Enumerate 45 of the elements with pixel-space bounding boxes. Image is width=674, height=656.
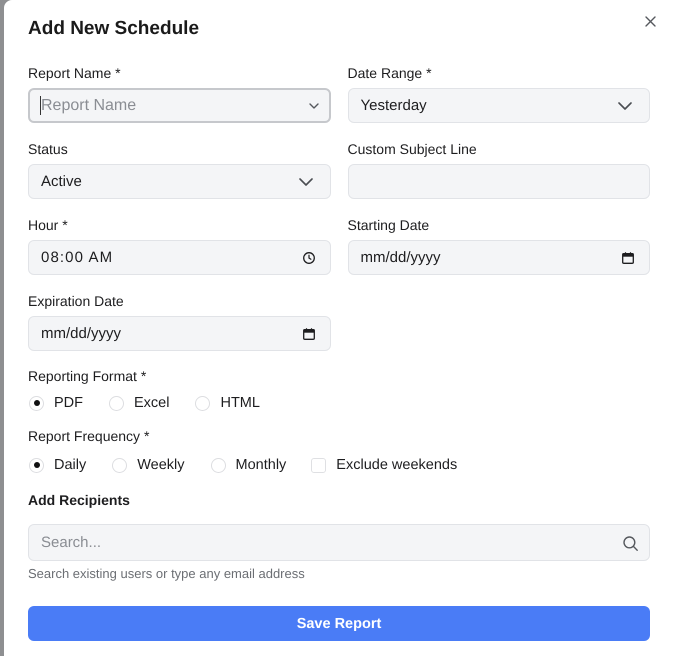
- section-title: Add Recipients: [28, 492, 130, 509]
- calendar-icon: [622, 252, 634, 264]
- close-icon: [644, 16, 656, 26]
- radio-button[interactable]: [109, 396, 124, 410]
- field-label: Report Name *: [28, 65, 121, 82]
- save-report-button[interactable]: Save Report: [28, 606, 650, 641]
- combobox-field[interactable]: Report Name: [28, 88, 330, 123]
- option-label: Monthly: [236, 456, 286, 474]
- clock-icon: [302, 252, 314, 264]
- option-label: HTML: [220, 394, 260, 412]
- option-label: PDF: [54, 394, 83, 412]
- group-label: Reporting Format *: [28, 368, 146, 385]
- time-field[interactable]: 08:00 AM: [28, 240, 330, 275]
- radio-button[interactable]: [195, 396, 210, 410]
- checkbox[interactable]: [311, 458, 326, 472]
- chevron-down-icon: [298, 178, 312, 186]
- helper-text: Search existing users or type any email address: [28, 566, 305, 581]
- option-label: Weekly: [137, 456, 185, 474]
- chevron-down-icon: [308, 102, 318, 108]
- field-label: Starting Date: [348, 217, 430, 234]
- text-field[interactable]: [348, 164, 650, 199]
- radio-button[interactable]: [210, 458, 226, 472]
- group-label: Report Frequency *: [28, 428, 150, 445]
- option-label: Excel: [134, 394, 170, 412]
- field-label: Date Range *: [348, 65, 432, 82]
- chevron-down-icon: [618, 102, 632, 110]
- field-label: Status: [28, 141, 68, 158]
- calendar-icon: [302, 328, 314, 340]
- date-field[interactable]: mm/dd/yyyy: [28, 316, 330, 351]
- select-field[interactable]: Active: [28, 164, 330, 199]
- dialog-title: Add New Schedule: [28, 17, 200, 41]
- radio-button[interactable]: [29, 458, 44, 472]
- search-icon: [623, 536, 638, 550]
- close-button[interactable]: [643, 14, 657, 28]
- option-label: Daily: [54, 456, 86, 474]
- date-field[interactable]: mm/dd/yyyy: [348, 240, 650, 275]
- field-label: Hour *: [28, 217, 68, 234]
- field-label: Custom Subject Line: [348, 141, 477, 158]
- select-field[interactable]: Yesterday: [348, 88, 650, 123]
- radio-button[interactable]: [112, 458, 128, 472]
- field-label: Expiration Date: [28, 293, 124, 310]
- option-label: Exclude weekends: [336, 456, 458, 474]
- search-field[interactable]: Search...: [28, 524, 650, 561]
- text-cursor-icon: [40, 96, 41, 115]
- radio-button[interactable]: [29, 396, 44, 410]
